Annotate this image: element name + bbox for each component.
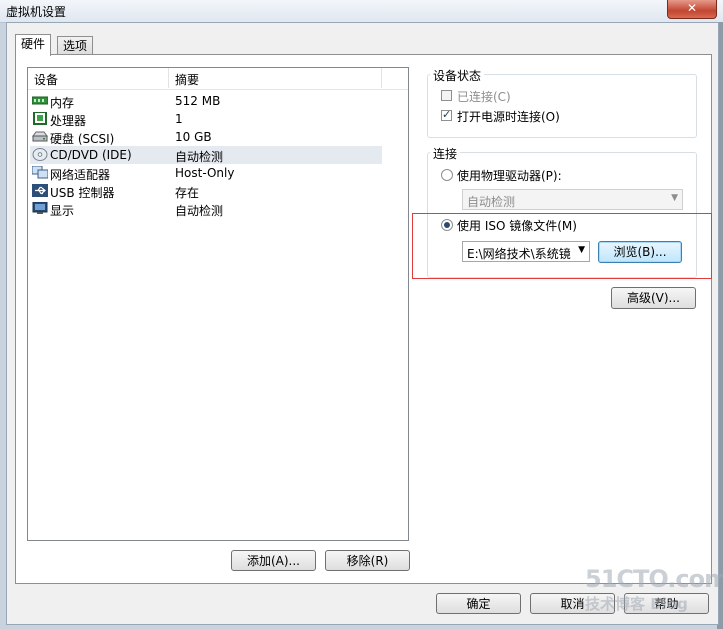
connected-label: 已连接(C)	[457, 90, 511, 104]
device-row-usb[interactable]: USB 控制器 存在	[30, 182, 382, 200]
physical-drive-value: 自动检测	[467, 195, 516, 209]
device-name: USB 控制器	[50, 186, 115, 200]
device-summary: 存在	[175, 186, 200, 200]
dialog-body: 硬件 选项 设备 摘要 内存 512 MB 处理器 1 硬盘 (SCSI) 10…	[6, 22, 719, 625]
iso-image-label: 使用 ISO 镜像文件(M)	[457, 219, 577, 233]
device-row-hard-disk[interactable]: 硬盘 (SCSI) 10 GB	[30, 128, 382, 146]
watermark-brand: 51CTO.com	[585, 565, 723, 593]
hard-disk-icon	[32, 131, 48, 142]
tab-panel-hardware: 设备 摘要 内存 512 MB 处理器 1 硬盘 (SCSI) 10 GB CD…	[15, 54, 712, 584]
close-icon: ✕	[686, 1, 698, 15]
physical-drive-select[interactable]: 自动检测 ▼	[462, 189, 683, 210]
close-button[interactable]: ✕	[667, 0, 717, 19]
window-title: 虚拟机设置	[6, 5, 67, 19]
device-list[interactable]: 设备 摘要 内存 512 MB 处理器 1 硬盘 (SCSI) 10 GB CD…	[27, 67, 409, 541]
device-summary: 1	[175, 112, 183, 126]
device-name: 处理器	[50, 114, 87, 128]
device-summary: 自动检测	[175, 204, 224, 218]
device-summary: 512 MB	[175, 94, 221, 108]
device-row-processor[interactable]: 处理器 1	[30, 110, 382, 128]
watermark-tagline: 技术博客 Blog	[585, 595, 688, 613]
tab-hardware[interactable]: 硬件	[15, 34, 52, 56]
device-row-display[interactable]: 显示 自动检测	[30, 200, 382, 218]
advanced-button[interactable]: 高级(V)...	[611, 287, 696, 309]
device-name: 硬盘 (SCSI)	[50, 132, 115, 146]
usb-icon	[32, 184, 48, 197]
iso-path-value: E:\网络技术\系统镜	[467, 247, 571, 261]
connection-label: 连接	[430, 145, 461, 162]
device-summary: Host-Only	[175, 166, 235, 180]
physical-drive-label: 使用物理驱动器(P):	[457, 169, 562, 183]
ok-button[interactable]: 确定	[436, 593, 521, 614]
connect-at-power-on-label: 打开电源时连接(O)	[457, 110, 560, 124]
device-row-network-adapter[interactable]: 网络适配器 Host-Only	[30, 164, 382, 182]
device-name: 显示	[50, 204, 75, 218]
browse-button[interactable]: 浏览(B)...	[598, 241, 682, 263]
column-device[interactable]: 设备	[34, 71, 58, 88]
device-summary: 自动检测	[175, 150, 224, 164]
processor-icon	[33, 112, 47, 125]
watermark: 51CTO.com 技术博客 Blog	[585, 565, 723, 613]
device-name: CD/DVD (IDE)	[50, 148, 132, 162]
device-status-label: 设备状态	[430, 67, 485, 84]
device-name: 网络适配器	[50, 168, 111, 182]
network-adapter-icon	[32, 166, 48, 179]
connected-checkbox[interactable]	[441, 90, 452, 101]
device-name: 内存	[50, 96, 75, 110]
add-button[interactable]: 添加(A)...	[231, 550, 316, 571]
display-icon	[32, 202, 48, 214]
device-row-memory[interactable]: 内存 512 MB	[30, 92, 382, 110]
title-bar: 虚拟机设置 ✕	[0, 0, 723, 23]
remove-button[interactable]: 移除(R)	[325, 550, 410, 571]
device-row-cd-dvd[interactable]: CD/DVD (IDE) 自动检测	[30, 146, 382, 164]
connect-at-power-on-checkbox[interactable]	[441, 108, 452, 121]
iso-path-input[interactable]: E:\网络技术\系统镜 ▼	[462, 241, 590, 262]
column-summary[interactable]: 摘要	[175, 71, 199, 88]
memory-icon	[32, 96, 48, 105]
iso-image-radio[interactable]	[441, 219, 453, 231]
physical-drive-radio[interactable]	[441, 169, 453, 181]
tab-options[interactable]: 选项	[57, 36, 94, 55]
device-list-header: 设备 摘要	[28, 68, 408, 90]
cd-dvd-icon	[32, 148, 48, 161]
device-summary: 10 GB	[175, 130, 212, 144]
chevron-down-icon[interactable]: ▼	[578, 245, 585, 255]
chevron-down-icon: ▼	[671, 193, 678, 203]
